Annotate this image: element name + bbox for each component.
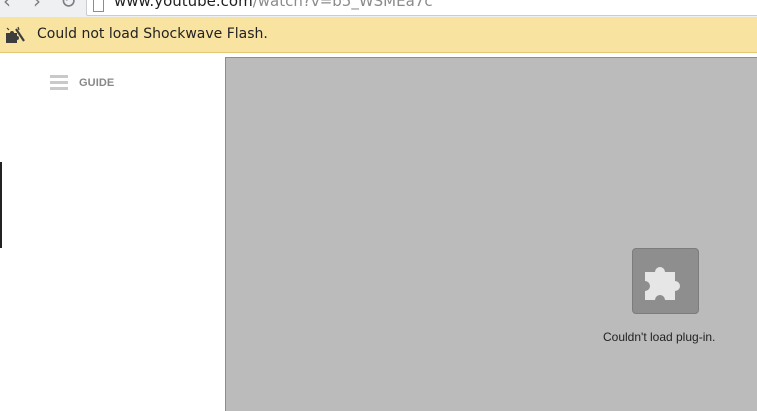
url-text[interactable]: www.youtube.com/watch?v=b5_WSMEa7c bbox=[114, 0, 433, 10]
puzzle-piece-icon bbox=[645, 267, 680, 300]
browser-toolbar: ‹ › ↻ www.youtube.com/watch?v=b5_WSMEa7c bbox=[0, 0, 757, 18]
url-host: www.youtube.com bbox=[114, 0, 253, 10]
puzzle-piece-icon bbox=[6, 26, 25, 43]
forward-arrow-icon[interactable]: › bbox=[33, 0, 41, 11]
address-bar[interactable]: www.youtube.com/watch?v=b5_WSMEa7c bbox=[86, 0, 757, 16]
back-arrow-icon[interactable]: ‹ bbox=[3, 0, 11, 11]
plugin-error-message: Couldn't load plug-in. bbox=[603, 330, 716, 344]
page-icon bbox=[93, 0, 104, 12]
infobar-message: Could not load Shockwave Flash. bbox=[37, 26, 268, 42]
missing-plugin-box[interactable] bbox=[632, 248, 699, 314]
guide-label: GUIDE bbox=[79, 77, 115, 89]
edge-bar bbox=[0, 162, 2, 248]
plugin-infobar: Could not load Shockwave Flash. bbox=[0, 17, 757, 53]
reload-icon[interactable]: ↻ bbox=[60, 0, 77, 11]
hamburger-menu-icon bbox=[50, 75, 68, 93]
url-path: /watch?v=b5_WSMEa7c bbox=[252, 0, 433, 10]
video-player[interactable]: Couldn't load plug-in. bbox=[225, 57, 757, 411]
